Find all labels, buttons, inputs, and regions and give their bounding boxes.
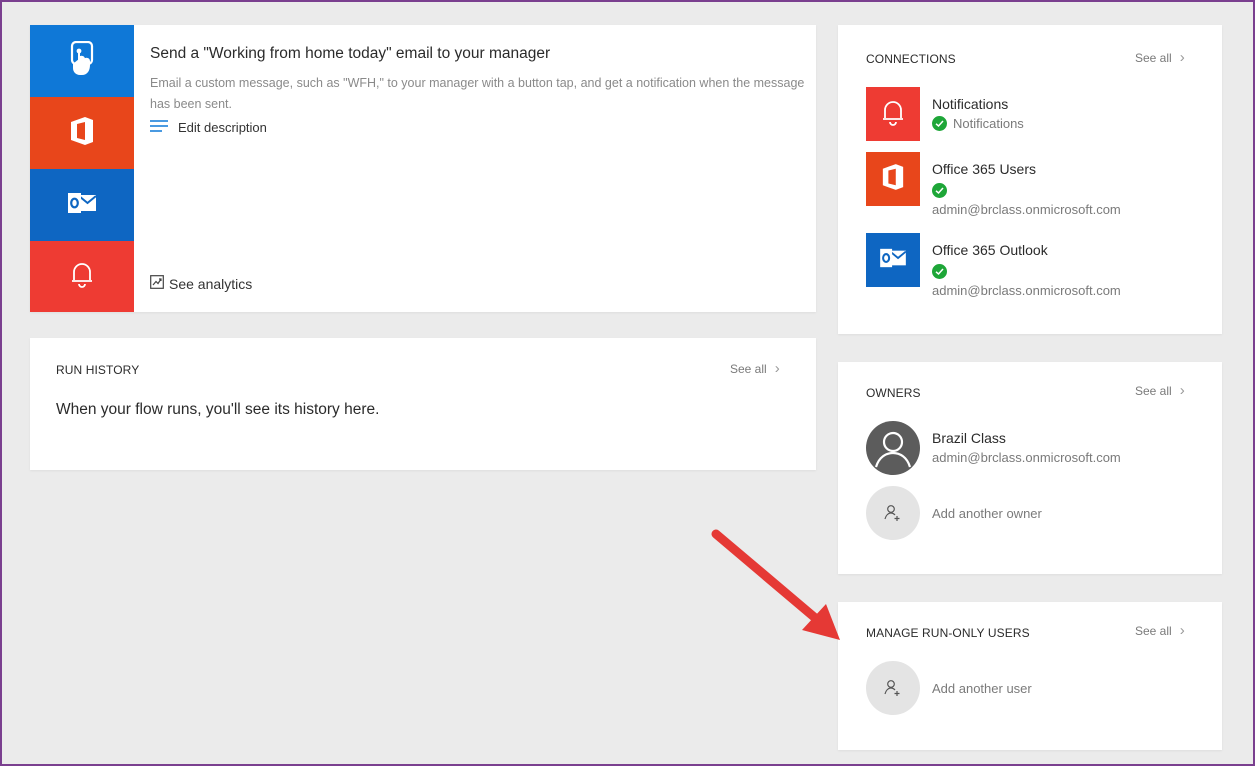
add-person-icon [884,505,900,521]
run-only-users-see-all[interactable]: See all › [1135,622,1185,639]
run-history-empty-message: When your flow runs, you'll see its hist… [56,401,380,418]
chevron-right-icon: › [1179,49,1185,66]
connection-name: Notifications [932,96,1009,112]
owner-email: admin@brclass.onmicrosoft.com [932,450,1121,465]
see-all-label: See all [1135,51,1172,65]
flow-title: Send a "Working from home today" email t… [150,45,551,62]
owners-see-all[interactable]: See all › [1135,382,1185,399]
owner-name: Brazil Class [932,430,1006,446]
flow-tile-notification [30,241,134,312]
connection-office-users-icon-tile [866,152,920,206]
outlook-icon [67,191,97,220]
add-owner-button[interactable] [866,486,920,540]
run-history-see-all[interactable]: See all › [730,360,780,377]
flow-icon-strip [30,25,134,312]
connection-status: Notifications [932,116,1024,131]
add-person-icon [884,680,900,696]
connections-card: CONNECTIONS See all › Notifications Noti… [838,25,1222,334]
check-icon [932,116,947,131]
office-icon [69,116,95,151]
flow-tile-button [30,25,134,97]
connection-account: admin@brclass.onmicrosoft.com [932,202,1121,217]
add-user-button[interactable] [866,661,920,715]
annotation-arrow-icon [711,529,840,640]
analytics-icon [150,275,164,292]
chevron-right-icon: › [1179,622,1185,639]
bell-icon [882,98,904,131]
add-user-label[interactable]: Add another user [932,681,1032,696]
owners-card: OWNERS See all › Brazil Class admin@brcl… [838,362,1222,574]
see-analytics-link[interactable]: See analytics [150,275,252,292]
see-analytics-label: See analytics [169,275,253,292]
button-tap-icon [70,40,94,82]
flow-details-card: Send a "Working from home today" email t… [30,25,816,312]
app-frame: Send a "Working from home today" email t… [0,0,1255,766]
connections-title: CONNECTIONS [866,52,956,66]
run-only-users-title: MANAGE RUN-ONLY USERS [866,626,1030,640]
person-icon [874,431,912,468]
outlook-icon [879,247,907,274]
flow-tile-office [30,97,134,169]
connections-see-all[interactable]: See all › [1135,49,1185,66]
flow-description: Email a custom message, such as "WFH," t… [150,76,805,111]
connection-account: admin@brclass.onmicrosoft.com [932,283,1121,298]
connection-outlook-icon-tile [866,233,920,287]
edit-description-button[interactable]: Edit description [150,120,267,135]
see-all-label: See all [730,362,767,376]
lines-icon [150,120,168,135]
connection-name: Office 365 Outlook [932,242,1048,258]
connection-status-text: Notifications [953,116,1024,131]
run-history-title: RUN HISTORY [56,363,140,377]
see-all-label: See all [1135,384,1172,398]
run-history-card: RUN HISTORY See all › When your flow run… [30,338,816,470]
check-icon [932,183,947,198]
office-icon [881,163,905,196]
connection-name: Office 365 Users [932,161,1037,177]
owner-avatar [866,421,920,475]
edit-description-label: Edit description [178,120,267,135]
check-icon [932,264,947,279]
bell-icon [71,260,93,293]
connection-notifications-icon-tile [866,87,920,141]
flow-tile-outlook [30,169,134,241]
chevron-right-icon: › [774,360,780,377]
add-owner-label[interactable]: Add another owner [932,506,1042,521]
chevron-right-icon: › [1179,382,1185,399]
owners-title: OWNERS [866,386,921,400]
run-only-users-card: MANAGE RUN-ONLY USERS See all › Add anot… [838,602,1222,750]
see-all-label: See all [1135,624,1172,638]
